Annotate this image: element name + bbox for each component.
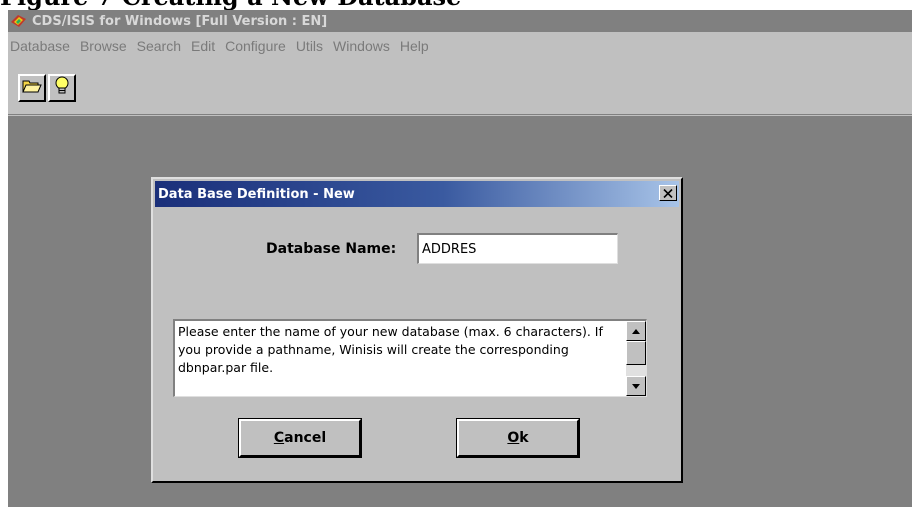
window-titlebar[interactable]: CDS/ISIS for Windows [Full Version : EN] bbox=[8, 10, 912, 32]
menu-edit[interactable]: Edit bbox=[186, 38, 220, 54]
ok-button[interactable]: Ok bbox=[456, 418, 580, 458]
arrow-down-icon bbox=[632, 383, 640, 389]
close-icon bbox=[663, 188, 673, 198]
menu-database[interactable]: Database bbox=[8, 38, 75, 54]
menu-help[interactable]: Help bbox=[395, 38, 434, 54]
new-database-dialog: Data Base Definition - New Database Name… bbox=[151, 177, 683, 483]
ok-label: k bbox=[519, 430, 529, 446]
scroll-up-button[interactable] bbox=[626, 321, 646, 341]
menu-browse[interactable]: Browse bbox=[75, 38, 132, 54]
cancel-accelerator: C bbox=[273, 430, 285, 446]
help-text-box[interactable]: Please enter the name of your new databa… bbox=[173, 319, 647, 397]
cancel-button[interactable]: Cancel bbox=[238, 418, 362, 458]
menu-bar: Database Browse Search Edit Configure Ut… bbox=[8, 34, 912, 58]
help-text: Please enter the name of your new databa… bbox=[178, 324, 603, 375]
scroll-thumb[interactable] bbox=[626, 341, 646, 365]
database-name-label: Database Name: bbox=[266, 241, 397, 257]
document-heading: Figure 7 Creating a New Database bbox=[0, 0, 461, 9]
scroll-down-button[interactable] bbox=[626, 376, 646, 396]
menu-configure[interactable]: Configure bbox=[220, 38, 291, 54]
app-window: CDS/ISIS for Windows [Full Version : EN]… bbox=[8, 10, 912, 507]
open-database-button[interactable] bbox=[18, 74, 46, 102]
database-name-input[interactable] bbox=[417, 233, 618, 264]
open-folder-icon bbox=[22, 77, 42, 99]
arrow-up-icon bbox=[632, 328, 640, 334]
menu-search[interactable]: Search bbox=[132, 38, 186, 54]
window-title: CDS/ISIS for Windows [Full Version : EN] bbox=[32, 13, 328, 29]
help-scrollbar[interactable] bbox=[626, 321, 646, 396]
menu-utils[interactable]: Utils bbox=[291, 38, 328, 54]
cancel-label: ancel bbox=[284, 430, 327, 446]
ok-accelerator: O bbox=[507, 430, 520, 446]
cds-isis-app-icon bbox=[10, 13, 28, 29]
dialog-title: Data Base Definition - New bbox=[158, 186, 355, 202]
toolbar bbox=[8, 64, 912, 115]
lightbulb-icon bbox=[54, 76, 70, 100]
hint-button[interactable] bbox=[48, 74, 76, 102]
close-button[interactable] bbox=[659, 185, 677, 201]
dialog-titlebar[interactable]: Data Base Definition - New bbox=[155, 181, 679, 207]
menu-windows[interactable]: Windows bbox=[328, 38, 395, 54]
